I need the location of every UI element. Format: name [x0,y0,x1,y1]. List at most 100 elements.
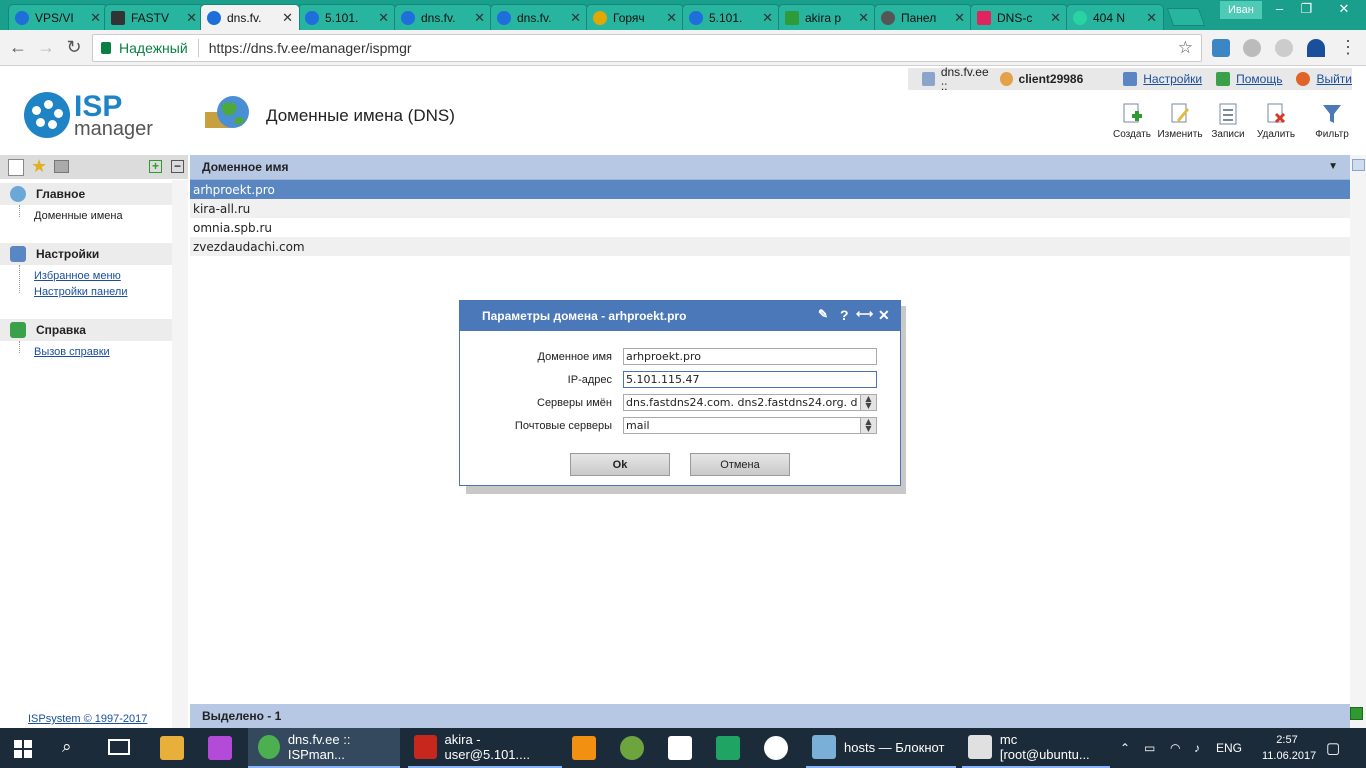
browser-tab[interactable]: akira р ✕ [778,4,876,30]
create-button[interactable]: Создать [1108,102,1156,140]
close-tab-icon[interactable]: ✕ [762,10,773,26]
sidebar-section-main[interactable]: Главное [0,183,172,205]
browser-tab[interactable]: DNS-с ✕ [970,4,1068,30]
show-hidden-icons-icon[interactable]: ⌃ [1120,728,1130,768]
app-icon[interactable] [764,736,788,760]
search-icon[interactable]: ⌕ [62,737,72,757]
close-tab-icon[interactable]: ✕ [858,10,869,26]
edit-button[interactable]: Изменить [1156,102,1204,140]
sidebar-item-call-help[interactable]: Вызов справки [34,346,110,358]
delete-button[interactable]: Удалить [1252,102,1300,140]
input-language[interactable]: ENG [1216,728,1242,768]
task-view-icon[interactable] [108,739,130,755]
help-link[interactable]: Помощь [1216,72,1282,86]
browser-tab[interactable]: dns.fv. ✕ [394,4,492,30]
extension-gear-icon[interactable] [1243,39,1261,57]
close-tab-icon[interactable]: ✕ [954,10,965,26]
taskbar-item-mc[interactable]: mc [root@ubuntu... [962,728,1110,768]
collapse-all-icon[interactable]: − [171,160,184,173]
filter-button[interactable]: Фильтр [1308,102,1356,140]
extension-icon[interactable] [1275,39,1293,57]
address-bar[interactable]: Надежный https://dns.fv.ee/manager/ispmg… [92,34,1202,62]
ok-button[interactable]: Ok [570,453,670,476]
menu-list-icon[interactable] [8,159,24,176]
browser-tab-active[interactable]: dns.fv. ✕ [200,4,300,30]
reload-icon[interactable]: ↻ [62,36,86,60]
close-icon[interactable]: ✕ [878,307,890,324]
browser-tab[interactable]: VPS/VI ✕ [8,4,108,30]
browser-profile-button[interactable]: Иван [1220,1,1262,19]
close-window-icon[interactable]: ✕ [1322,0,1366,20]
table-row[interactable]: arhproekt.pro [190,180,1350,199]
browser-tab[interactable]: 404 N ✕ [1066,4,1164,30]
domain-name-field[interactable]: arhproekt.pro [623,348,877,365]
settings-link[interactable]: Настройки [1123,72,1202,86]
taskbar-item-notepad[interactable]: hosts — Блокнот [806,728,956,768]
webstorm-icon[interactable] [716,736,740,760]
browser-tab[interactable]: 5.101. ✕ [682,4,780,30]
logout-link[interactable]: Выйти [1296,72,1352,86]
browser-tab[interactable]: 5.101. ✕ [298,4,396,30]
ip-address-field[interactable]: 5.101.115.47 [623,371,877,388]
close-tab-icon[interactable]: ✕ [1050,10,1061,26]
sidebar-section-help[interactable]: Справка [0,319,172,341]
windows-start-icon[interactable] [14,740,32,758]
mail-servers-field[interactable]: mail ▲ ▼ [623,417,877,434]
copyright-link[interactable]: ISPsystem © 1997-2017 [28,713,147,725]
extension-icon[interactable] [1212,39,1230,57]
sidebar-item-panel-settings[interactable]: Настройки панели [34,286,127,298]
spinner-arrows-icon[interactable]: ▲ ▼ [860,395,876,410]
table-settings-icon[interactable] [1352,159,1365,171]
volume-icon[interactable]: ♪ [1194,728,1200,768]
restore-icon[interactable]: ❐ [1293,0,1320,20]
table-row[interactable]: omnia.spb.ru [190,218,1350,237]
browser-tab[interactable]: Горяч ✕ [586,4,684,30]
close-tab-icon[interactable]: ✕ [186,10,197,26]
phpstorm-icon[interactable] [208,736,232,760]
xampp-icon[interactable] [572,736,596,760]
sort-arrow-icon[interactable]: ▼ [1328,161,1338,172]
sidebar-item-domains[interactable]: Доменные имена [34,210,123,222]
help-question-icon[interactable]: ? [840,307,849,323]
close-tab-icon[interactable]: ✕ [666,10,677,26]
taskbar-item-filezilla[interactable]: akira - user@5.101.... [408,728,562,768]
file-explorer-icon[interactable] [160,736,184,760]
android-icon[interactable] [620,736,644,760]
sidebar-scrollbar[interactable] [172,180,188,728]
expand-width-icon[interactable]: ⟷ [856,307,873,321]
browser-tab[interactable]: FASTV ✕ [104,4,204,30]
forward-arrow-icon[interactable]: → [34,36,58,60]
cancel-button[interactable]: Отмена [690,453,790,476]
records-button[interactable]: Записи [1204,102,1252,140]
sidebar-item-favorites[interactable]: Избранное меню [34,270,121,282]
name-servers-field[interactable]: dns.fastdns24.com. dns2.fastdns24.org. d… [623,394,877,411]
table-row[interactable]: zvezdaudachi.com [190,237,1350,256]
battery-icon[interactable]: ▭ [1144,728,1155,768]
browser-tab[interactable]: dns.fv. ✕ [490,4,588,30]
taskbar-item-chrome[interactable]: dns.fv.ee :: ISPman... [248,728,400,768]
close-tab-icon[interactable]: ✕ [378,10,389,26]
spinner-arrows-icon[interactable]: ▲ ▼ [860,418,876,433]
close-tab-icon[interactable]: ✕ [1146,10,1157,26]
clipboard-icon[interactable] [54,160,69,173]
extension-drive-icon[interactable] [1307,39,1325,57]
sidebar-section-settings[interactable]: Настройки [0,243,172,265]
pin-icon[interactable]: ✎ [818,307,828,321]
dialog-titlebar[interactable]: Параметры домена - arhproekt.pro ✎ ? ⟷ ✕ [460,301,900,331]
close-tab-icon[interactable]: ✕ [474,10,485,26]
chrome-menu-icon[interactable]: ⋮ [1336,36,1360,60]
favorites-star-icon[interactable]: ★ [31,156,47,177]
back-arrow-icon[interactable]: ← [6,36,30,60]
new-tab-button[interactable] [1166,8,1206,26]
expand-all-icon[interactable]: + [149,160,162,173]
app-icon[interactable] [668,736,692,760]
close-tab-icon[interactable]: ✕ [570,10,581,26]
column-header-domain[interactable]: Доменное имя ▼ [190,155,1350,180]
export-excel-icon[interactable] [1350,707,1363,720]
close-tab-icon[interactable]: ✕ [90,10,101,26]
notifications-icon[interactable]: ▢ [1326,728,1340,768]
close-tab-icon[interactable]: ✕ [282,10,293,26]
wifi-icon[interactable]: ◠ [1170,728,1180,768]
system-clock[interactable]: 2:57 11.06.2017 [1262,732,1316,764]
minimize-icon[interactable]: – [1266,0,1293,20]
